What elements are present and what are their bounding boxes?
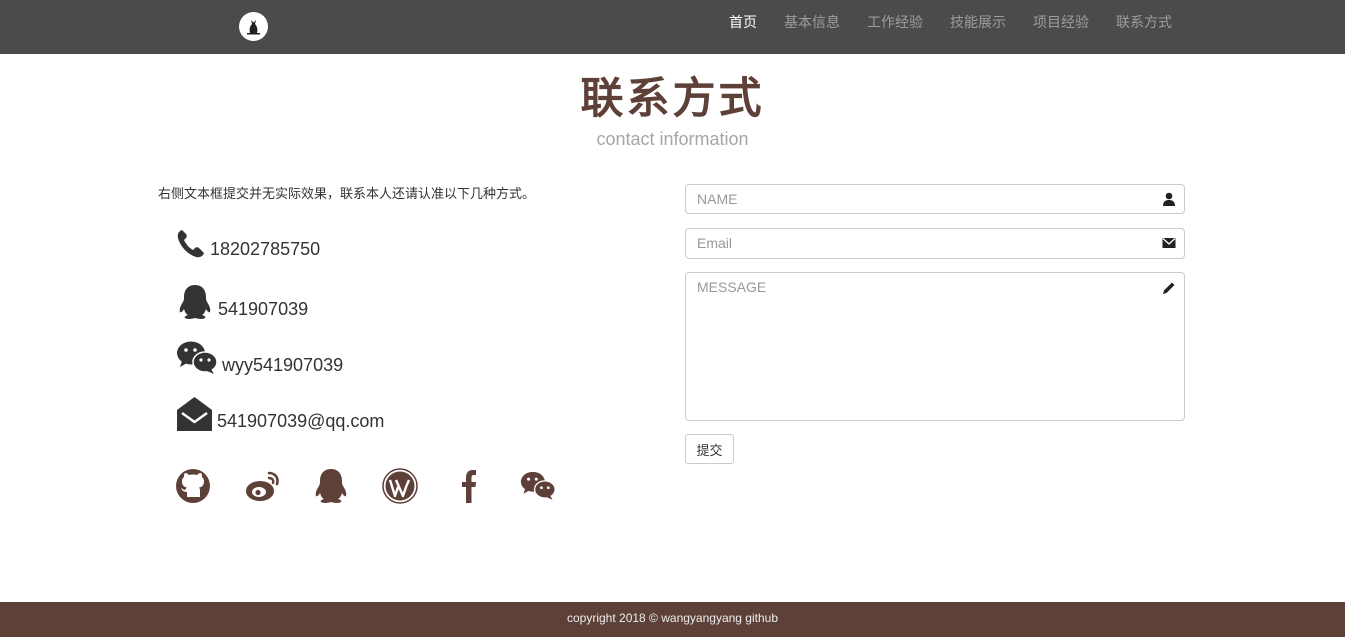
submit-button[interactable]: 提交 <box>685 434 734 464</box>
email-address: 541907039@qq.com <box>217 411 385 431</box>
nav-menu: 首页 基本信息 工作经验 技能展示 项目经验 联系方式 <box>702 0 1172 44</box>
cat-logo-icon <box>239 12 268 41</box>
phone-icon <box>177 230 204 258</box>
email-input[interactable] <box>686 229 1184 257</box>
page-subtitle: contact information <box>596 129 749 149</box>
contact-email: 541907039@qq.com <box>176 396 384 432</box>
wechat-social-icon[interactable] <box>520 468 556 504</box>
logo[interactable] <box>239 12 268 41</box>
wechat-icon <box>177 341 218 374</box>
wordpress-icon[interactable] <box>382 468 418 504</box>
notice-text: 右侧文本框提交并无实际效果，联系本人还请认准以下几种方式。 <box>158 186 536 201</box>
footer-text: copyright 2018 © wangyangyang github <box>567 611 778 625</box>
contact-qq: 541907039 <box>176 284 308 320</box>
nav-item-contact[interactable]: 联系方式 <box>1116 12 1172 32</box>
contact-wechat: wyy541907039 <box>176 340 343 376</box>
phone-number: 18202785750 <box>210 239 321 259</box>
wechat-id: wyy541907039 <box>222 355 344 375</box>
name-field-wrapper <box>685 184 1185 214</box>
qq-number: 541907039 <box>218 299 309 319</box>
user-icon <box>1163 192 1175 206</box>
envelope-small-icon <box>1162 238 1176 248</box>
message-textarea[interactable] <box>686 273 1184 417</box>
social-links <box>175 468 589 504</box>
page-title: 联系方式 <box>580 75 765 123</box>
nav-item-home[interactable]: 首页 <box>729 12 757 32</box>
nav-item-projects[interactable]: 项目经验 <box>1033 12 1089 32</box>
email-field-wrapper <box>685 228 1185 259</box>
footer: copyright 2018 © wangyangyang github <box>0 602 1345 637</box>
pencil-icon <box>1163 282 1175 294</box>
message-field-wrapper <box>685 272 1185 421</box>
facebook-icon[interactable] <box>451 468 487 504</box>
nav-item-skills[interactable]: 技能展示 <box>950 12 1006 32</box>
nav-item-basic-info[interactable]: 基本信息 <box>784 12 840 32</box>
envelope-icon <box>177 397 212 431</box>
contact-phone: 18202785750 <box>176 228 320 260</box>
navbar: 首页 基本信息 工作经验 技能展示 项目经验 联系方式 <box>0 0 1345 54</box>
qq-icon <box>179 285 211 319</box>
weibo-icon[interactable] <box>244 468 280 504</box>
name-input[interactable] <box>686 185 1184 213</box>
nav-item-work-experience[interactable]: 工作经验 <box>867 12 923 32</box>
github-icon[interactable] <box>175 468 211 504</box>
qq-social-icon[interactable] <box>313 468 349 504</box>
